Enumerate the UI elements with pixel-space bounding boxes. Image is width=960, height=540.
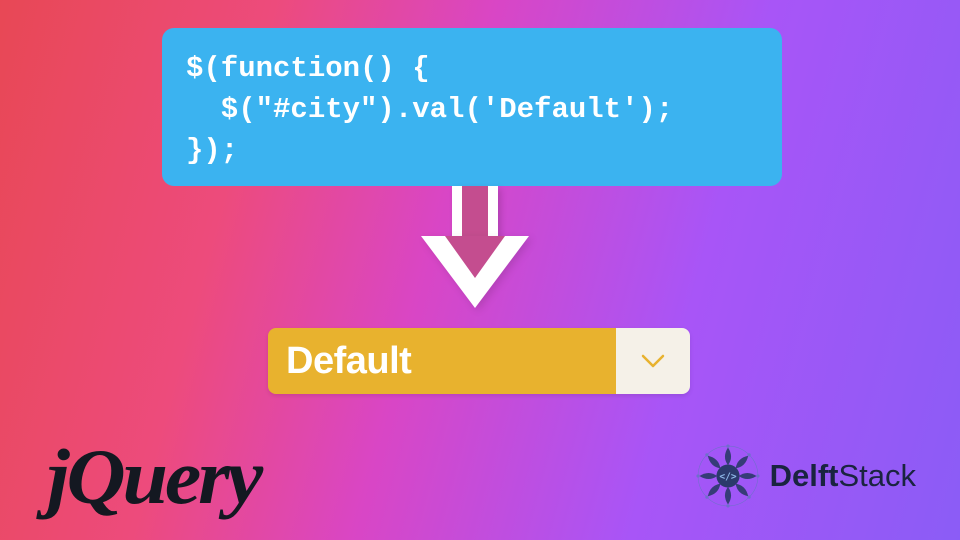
code-line-2: $("#city").val('Default'); — [186, 93, 673, 126]
delftstack-prefix: Delft — [770, 458, 839, 493]
delftstack-suffix: Stack — [838, 458, 916, 493]
code-line-1: $(function() { — [186, 52, 430, 85]
jquery-logo: jQuery — [47, 432, 260, 522]
dropdown-select[interactable]: Default — [268, 328, 690, 394]
delftstack-text: DelftStack — [770, 458, 916, 494]
chevron-down-icon — [641, 354, 665, 368]
code-block: $(function() { $("#city").val('Default')… — [162, 28, 782, 186]
svg-text:</>: </> — [719, 471, 736, 482]
dropdown-toggle-button[interactable] — [616, 328, 690, 394]
jquery-logo-text: jQuery — [47, 433, 260, 520]
mandala-icon: </> — [694, 442, 762, 510]
arrow-down-icon — [415, 186, 535, 316]
dropdown-value: Default — [268, 328, 616, 394]
delftstack-logo: </> DelftStack — [694, 442, 916, 510]
code-line-3: }); — [186, 134, 238, 167]
